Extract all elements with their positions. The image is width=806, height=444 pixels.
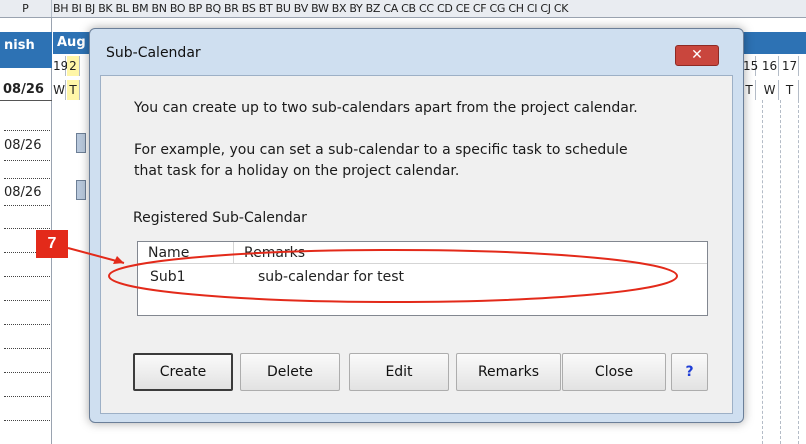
day-cell: 15: [743, 56, 758, 76]
create-button[interactable]: Create: [133, 353, 233, 391]
edit-button[interactable]: Edit: [349, 353, 449, 391]
row-divider: [4, 324, 50, 325]
list-item-name: Sub1: [150, 269, 186, 285]
list-header: Name Remarks: [138, 242, 707, 264]
row-divider: [4, 228, 50, 229]
day-cell: 19: [53, 56, 68, 76]
list-label: Registered Sub-Calendar: [133, 210, 307, 226]
day-cell: 16: [761, 56, 779, 76]
callout-badge: 7: [36, 230, 68, 258]
column-header-letters[interactable]: BH BI BJ BK BL BM BN BO BP BQ BR BS BT B…: [53, 0, 569, 17]
weekday-cell: W: [761, 80, 779, 100]
finish-date-cell[interactable]: 08/26: [0, 79, 52, 101]
sub-calendar-dialog: Sub-Calendar ✕ You can create up to two …: [89, 28, 744, 423]
row-divider: [4, 372, 50, 373]
row-divider: [4, 396, 50, 397]
row-divider: [4, 178, 50, 179]
finish-date-cell[interactable]: 08/26: [4, 185, 52, 200]
row-divider: [4, 348, 50, 349]
list-item[interactable]: Sub1 sub-calendar for test: [138, 265, 707, 289]
row-divider: [4, 300, 50, 301]
remarks-button[interactable]: Remarks: [456, 353, 561, 391]
day-cell: 2: [67, 56, 80, 76]
grid-line: [780, 100, 781, 444]
list-item-remarks: sub-calendar for test: [258, 269, 405, 285]
column-header-remarks[interactable]: Remarks: [234, 242, 709, 264]
weekday-cell: T: [743, 80, 756, 100]
row-divider: [4, 205, 50, 206]
close-button[interactable]: Close: [562, 353, 666, 391]
info-text-line1: You can create up to two sub-calendars a…: [134, 100, 638, 116]
month-label: Aug: [57, 35, 86, 50]
column-header-p[interactable]: P: [0, 0, 52, 17]
task-bar[interactable]: [76, 180, 86, 200]
weekday-cell: W: [53, 80, 66, 100]
info-text-line2: For example, you can set a sub-calendar …: [134, 142, 628, 158]
help-button[interactable]: ?: [671, 353, 708, 391]
dialog-titlebar[interactable]: Sub-Calendar ✕: [90, 29, 743, 75]
grid-line: [798, 100, 799, 444]
row-divider: [4, 160, 50, 161]
sub-calendar-list[interactable]: Name Remarks Sub1 sub-calendar for test: [137, 241, 708, 316]
finish-date-cell[interactable]: 08/26: [4, 138, 52, 153]
row-divider: [4, 420, 50, 421]
info-text-line3: that task for a holiday on the project c…: [134, 163, 460, 179]
dialog-body: You can create up to two sub-calendars a…: [100, 75, 733, 414]
column-header-name[interactable]: Name: [138, 242, 234, 264]
task-bar[interactable]: [76, 133, 86, 153]
grid-line: [762, 100, 763, 444]
weekday-cell: T: [67, 80, 80, 100]
close-icon[interactable]: ✕: [675, 45, 719, 66]
column-header-row: P BH BI BJ BK BL BM BN BO BP BQ BR BS BT…: [0, 0, 806, 18]
row-divider: [4, 276, 50, 277]
row-divider: [4, 130, 50, 131]
day-cell: 17: [781, 56, 799, 76]
delete-button[interactable]: Delete: [240, 353, 340, 391]
dialog-title: Sub-Calendar: [106, 45, 201, 61]
weekday-cell: T: [781, 80, 799, 100]
finish-header: nish: [0, 32, 52, 68]
